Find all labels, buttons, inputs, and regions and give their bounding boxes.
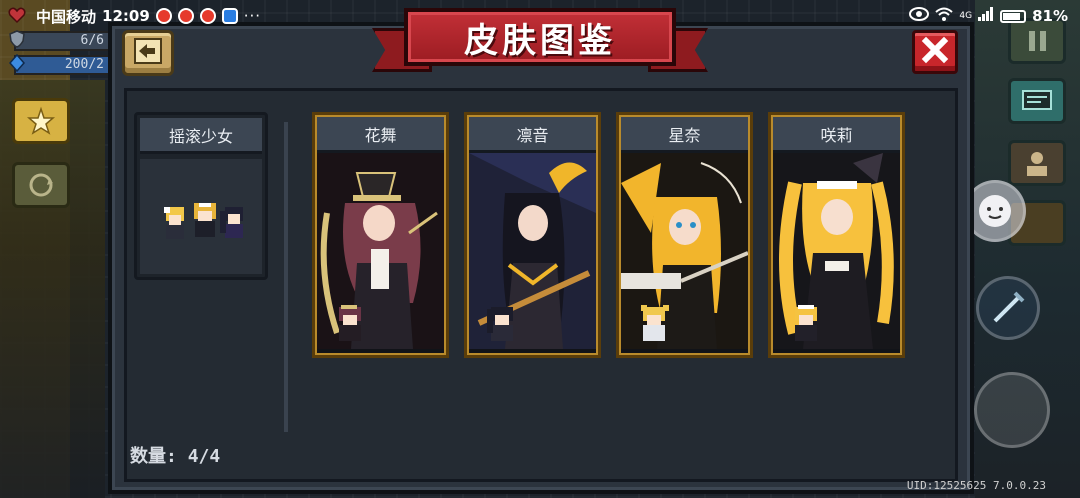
skin-count: 数量: 4/4 (130, 442, 220, 468)
clock: 12:09 (102, 7, 150, 25)
weibo-icon (199, 8, 216, 24)
close-x-icon (920, 35, 950, 69)
uid-version-label: UID:12525625 7.0.0.23 (906, 479, 1046, 492)
category-preview (140, 159, 262, 274)
skin-card-xingnai[interactable]: 星奈 (616, 112, 753, 358)
back-arrow-icon (131, 36, 165, 70)
armor-bar: 6/6 (14, 31, 110, 51)
more-notifications-icon: ··· (243, 7, 262, 25)
status-bar: 中国移动 12:09 ··· 4G 81% (0, 0, 1080, 32)
weibo-icon (155, 8, 172, 24)
skill-button[interactable] (976, 276, 1040, 340)
category-sprites-image (164, 203, 243, 239)
skin-sprite-huawu (329, 303, 373, 347)
eye-icon (909, 7, 930, 25)
skin-sprite-linyin (481, 303, 525, 347)
shield-app-icon (221, 8, 238, 24)
skin-card-linyin[interactable]: 凛音 (464, 112, 601, 358)
category-title: 摇滚少女 (140, 118, 262, 154)
column-divider (284, 122, 288, 432)
swap-weapon-button[interactable] (12, 162, 70, 208)
skin-card-xiaoli[interactable]: 咲莉 (768, 112, 905, 358)
battery-percent: 81% (1032, 7, 1068, 25)
skin-name: 咲莉 (773, 117, 900, 153)
star-skill-button[interactable] (12, 98, 70, 144)
armor-shield-icon (8, 30, 26, 48)
energy-crystal-icon (8, 53, 26, 73)
character-button[interactable] (1008, 140, 1066, 186)
skin-name: 花舞 (317, 117, 444, 153)
wifi-icon (935, 7, 954, 25)
back-button[interactable] (122, 30, 174, 76)
close-button[interactable] (912, 30, 958, 74)
skin-sprite-xingnai (633, 303, 677, 347)
carrier-label: 中国移动 (36, 7, 97, 26)
signal-icon (978, 7, 994, 25)
count-value: 4/4 (187, 446, 221, 467)
skin-name: 凛音 (469, 117, 596, 153)
energy-bar: 200/2 (14, 55, 110, 75)
attack-button[interactable] (974, 372, 1050, 448)
category-card-rock-girls[interactable]: 摇滚少女 (134, 112, 268, 280)
skin-sprite-xiaoli (785, 303, 829, 347)
battery-icon (1000, 9, 1027, 23)
weibo-icon (177, 8, 194, 24)
count-label-text: 数量: (130, 446, 177, 467)
network-type-label: 4G (959, 11, 973, 21)
skin-card-huawu[interactable]: 花舞 (312, 112, 449, 358)
skin-name: 星奈 (621, 117, 748, 153)
chat-button[interactable] (1008, 78, 1066, 124)
